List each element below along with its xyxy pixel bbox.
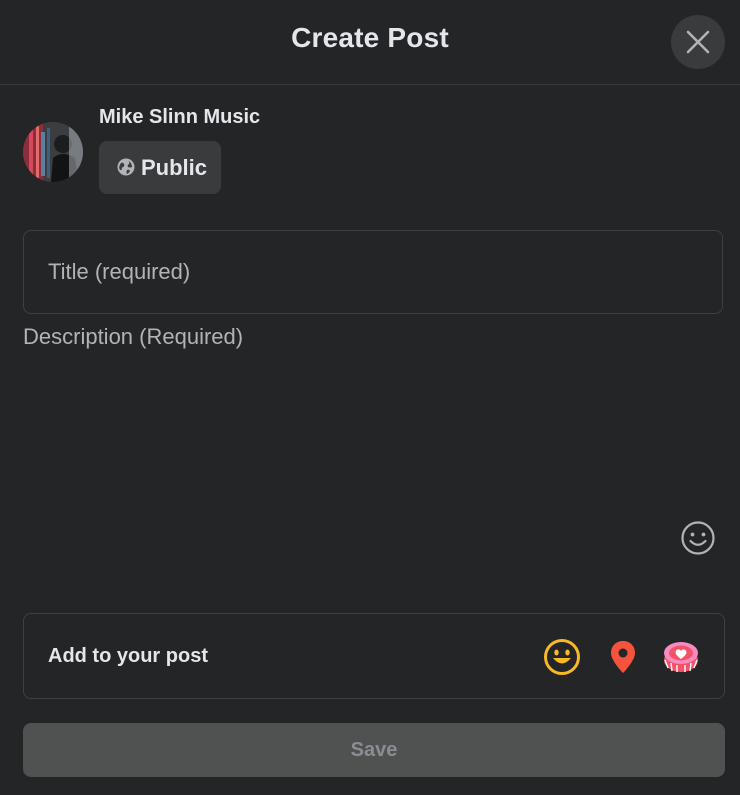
title-input[interactable] [23, 230, 723, 314]
close-button[interactable] [671, 15, 725, 69]
life-event-button[interactable] [662, 638, 700, 676]
description-input[interactable] [23, 322, 683, 592]
feeling-button[interactable] [543, 638, 581, 676]
dialog-title: Create Post [291, 22, 449, 53]
privacy-selector-button[interactable]: Public [99, 141, 221, 194]
author-name[interactable]: Mike Slinn Music [99, 106, 260, 129]
emoji-picker-button[interactable] [680, 520, 716, 556]
location-icon [611, 641, 635, 673]
dialog-header: Create Post [0, 0, 740, 85]
add-to-post-bar: Add to your post [23, 613, 725, 699]
feeling-icon [544, 639, 580, 675]
create-post-dialog: Create Post Mike Slinn Music Public Titl… [0, 0, 740, 795]
globe-icon [117, 158, 135, 176]
smiley-icon [681, 521, 715, 555]
life-event-icon [664, 642, 698, 672]
privacy-label: Public [141, 155, 208, 180]
location-button[interactable] [604, 638, 642, 676]
save-button[interactable]: Save [23, 723, 725, 777]
close-icon [686, 30, 710, 54]
avatar[interactable] [23, 122, 83, 182]
add-to-post-label: Add to your post [48, 645, 208, 667]
